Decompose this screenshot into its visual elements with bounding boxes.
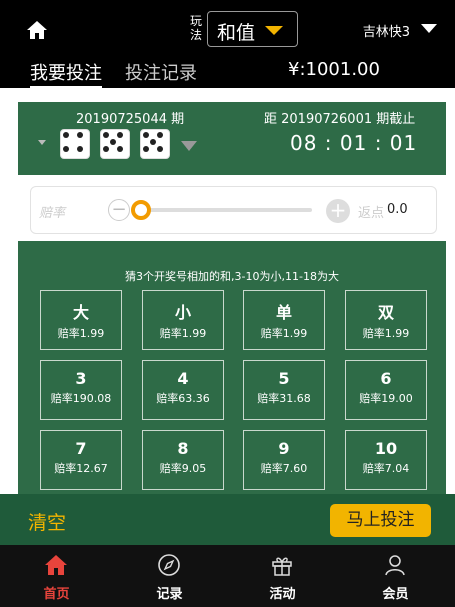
next-issue: 距 20190726001 期截止 <box>264 112 416 127</box>
bet-option-label: 9 <box>278 439 290 458</box>
bet-option-label: 3 <box>75 369 87 388</box>
nav-item-activity[interactable]: 活动 <box>226 545 339 607</box>
countdown-timer: 08 : 01 : 01 <box>290 131 418 155</box>
top-bar: 玩法 和值 吉林快3 <box>0 0 455 56</box>
minus-button[interactable]: − <box>108 199 130 221</box>
dice-pip <box>117 132 123 138</box>
nav-item-home[interactable]: 首页 <box>0 545 113 607</box>
dice-3 <box>140 129 170 159</box>
odds-slider-track[interactable] <box>132 208 312 212</box>
draw-info-panel: 20190725044 期 距 20190726001 期截止 08 : 01 … <box>18 102 446 175</box>
nav-item-member[interactable]: 会员 <box>339 545 452 607</box>
plus-button[interactable]: + <box>326 199 350 223</box>
bet-option[interactable]: 4 赔率63.36 <box>142 360 224 420</box>
place-bet-button[interactable]: 马上投注 <box>330 504 431 537</box>
bet-option[interactable]: 单赔率1.99 <box>243 290 325 350</box>
nav-label: 活动 <box>269 587 296 602</box>
bet-option[interactable]: 7 赔率12.67 <box>40 430 122 490</box>
bet-option-label: 8 <box>177 439 189 458</box>
small-arrow-icon <box>38 140 46 145</box>
dice-pip <box>143 146 149 152</box>
bet-option-label: 7 <box>75 439 87 458</box>
play-type-value: 和值 <box>217 22 256 44</box>
play-type-select[interactable]: 和值 <box>207 11 298 47</box>
bet-option-odds: 赔率190.08 <box>50 392 112 405</box>
odds-label: 赔率 <box>39 206 66 221</box>
odds-slider-box: 赔率 − + 返点 0.0 <box>30 186 437 234</box>
bet-option-odds: 赔率7.04 <box>362 462 410 475</box>
bet-option-label: 大 <box>72 303 89 322</box>
bet-option-odds: 赔率1.99 <box>362 327 410 340</box>
bottom-nav: 首页 记录 活动 会员 <box>0 545 455 607</box>
dice-pip <box>77 146 83 152</box>
nav-item-records[interactable]: 记录 <box>113 545 226 607</box>
bet-option[interactable]: 10 赔率7.04 <box>345 430 427 490</box>
dice-pip <box>110 139 116 145</box>
tab-bet[interactable]: 我要投注 <box>30 59 102 89</box>
odds-slider-handle[interactable] <box>131 200 151 220</box>
home-icon <box>45 555 67 575</box>
dice-pip <box>157 146 163 152</box>
bet-option-label: 双 <box>377 303 394 322</box>
dice-pip <box>103 146 109 152</box>
rebate-value: 0.0 <box>387 202 408 217</box>
bet-option-odds: 赔率9.05 <box>159 462 207 475</box>
dice-pip <box>150 139 156 145</box>
balance: ¥:1001.00 <box>288 59 380 80</box>
dice-2 <box>100 129 130 159</box>
gift-icon <box>272 557 292 576</box>
previous-issue: 20190725044 期 <box>76 112 185 127</box>
dice-pip <box>63 146 69 152</box>
rebate-label: 返点 <box>358 206 385 221</box>
nav-label: 会员 <box>382 587 409 602</box>
bet-option[interactable]: 9 赔率7.60 <box>243 430 325 490</box>
action-bar: 清空 马上投注 <box>0 494 455 545</box>
dice-1 <box>60 129 90 159</box>
bet-option[interactable]: 3 赔率190.08 <box>40 360 122 420</box>
nav-label: 记录 <box>156 587 183 602</box>
history-dropdown-icon[interactable] <box>181 141 197 151</box>
bet-option[interactable]: 小赔率1.99 <box>142 290 224 350</box>
play-label: 玩法 <box>189 14 202 42</box>
bet-option-odds: 赔率1.99 <box>57 327 105 340</box>
dice-pip <box>157 132 163 138</box>
bet-option[interactable]: 6 赔率19.00 <box>345 360 427 420</box>
bet-option-label: 10 <box>374 439 398 458</box>
user-icon <box>385 555 405 576</box>
bet-option-odds: 赔率1.99 <box>260 327 308 340</box>
bet-option-odds: 赔率31.68 <box>257 392 311 405</box>
tab-bar: 我要投注 投注记录 ¥:1001.00 <box>0 56 455 89</box>
bet-hint: 猜3个开奖号相加的和,3-10为小,11-18为大 <box>125 270 339 283</box>
bet-panel: 猜3个开奖号相加的和,3-10为小,11-18为大 大赔率1.99 小赔率1.99… <box>18 241 446 494</box>
bet-option[interactable]: 双赔率1.99 <box>345 290 427 350</box>
caret-down-icon <box>265 26 283 35</box>
bet-option-odds: 赔率7.60 <box>260 462 308 475</box>
clear-button[interactable]: 清空 <box>28 508 66 535</box>
bet-option-odds: 赔率63.36 <box>156 392 210 405</box>
bet-option-odds: 赔率19.00 <box>359 392 413 405</box>
bet-option[interactable]: 5 赔率31.68 <box>243 360 325 420</box>
dice-pip <box>63 132 69 138</box>
dice-pip <box>117 146 123 152</box>
lottery-name[interactable]: 吉林快3 <box>363 21 410 40</box>
bet-option-label: 6 <box>380 369 392 388</box>
dice-pip <box>103 132 109 138</box>
bet-option-label: 单 <box>275 303 292 322</box>
home-icon[interactable] <box>26 20 48 40</box>
bet-option-label: 小 <box>174 303 191 322</box>
lottery-caret-icon[interactable] <box>421 24 437 33</box>
tab-records[interactable]: 投注记录 <box>125 59 197 85</box>
bet-option[interactable]: 大赔率1.99 <box>40 290 122 350</box>
bet-option-odds: 赔率1.99 <box>159 327 207 340</box>
dice-pip <box>77 132 83 138</box>
dice-pip <box>143 132 149 138</box>
bet-option-odds: 赔率12.67 <box>54 462 108 475</box>
nav-label: 首页 <box>43 587 70 602</box>
compass-icon <box>158 554 180 576</box>
bet-option[interactable]: 8 赔率9.05 <box>142 430 224 490</box>
bet-option-label: 4 <box>177 369 189 388</box>
bet-option-label: 5 <box>278 369 290 388</box>
